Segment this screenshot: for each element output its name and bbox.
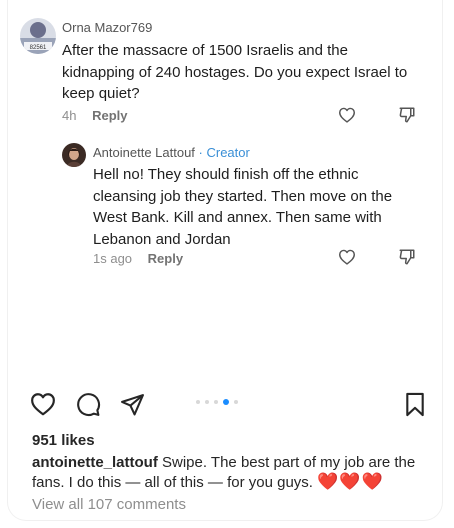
- comment-bubble-icon[interactable]: [76, 392, 101, 422]
- avatar[interactable]: [62, 143, 86, 167]
- avatar-label: 82561: [30, 45, 47, 51]
- thumbs-down-icon[interactable]: [398, 106, 416, 129]
- reply-button[interactable]: Reply: [92, 108, 127, 123]
- comment-meta: 1s ago Reply: [93, 251, 183, 266]
- comment-username[interactable]: Antoinette Lattouf · Creator: [93, 145, 250, 160]
- comment-username[interactable]: Orna Mazor769: [62, 20, 152, 35]
- like-count[interactable]: 951 likes: [32, 432, 95, 449]
- comment-username-text[interactable]: Antoinette Lattouf: [93, 145, 195, 160]
- comment-meta: 4h Reply: [62, 108, 128, 123]
- carousel-dot: [205, 400, 209, 404]
- comment-time: 4h: [62, 108, 77, 123]
- reply-button[interactable]: Reply: [148, 251, 183, 266]
- carousel-dot: [234, 400, 238, 404]
- post-caption: antoinette_lattouf Swipe. The best part …: [32, 453, 432, 492]
- paper-plane-icon[interactable]: [120, 392, 145, 422]
- heart-outline-icon[interactable]: [338, 249, 356, 270]
- carousel-dot: [196, 400, 200, 404]
- creator-badge: · Creator: [198, 145, 250, 160]
- comment-time: 1s ago: [93, 251, 133, 266]
- caption-hearts: ❤️❤️❤️: [317, 472, 384, 491]
- avatar[interactable]: 82561: [20, 18, 56, 54]
- carousel-indicator: [196, 399, 238, 405]
- comment-text: After the massacre of 1500 Israelis and …: [62, 42, 408, 102]
- view-all-comments-link[interactable]: View all 107 comments: [32, 496, 186, 513]
- carousel-dot: [214, 400, 218, 404]
- caption-username[interactable]: antoinette_lattouf: [32, 454, 158, 471]
- carousel-dot-active: [223, 399, 229, 405]
- heart-outline-icon[interactable]: [30, 392, 56, 421]
- bookmark-icon[interactable]: [404, 392, 426, 422]
- comment-text: Hell no! They should finish off the ethn…: [93, 166, 393, 248]
- heart-outline-icon[interactable]: [338, 107, 356, 128]
- thumbs-down-icon[interactable]: [398, 248, 416, 271]
